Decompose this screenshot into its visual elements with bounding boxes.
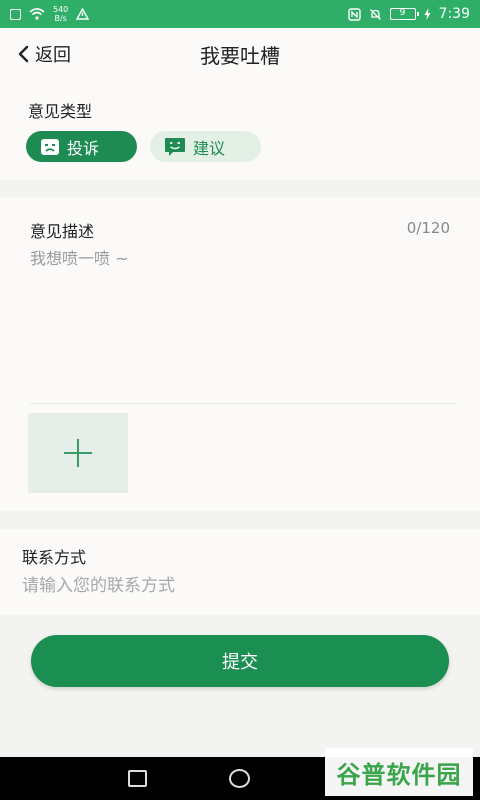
contact-label: 联系方式	[22, 548, 87, 567]
network-speed-unit: B/s	[54, 14, 67, 23]
add-image-button[interactable]	[28, 413, 128, 493]
suggestion-chip[interactable]: 建议	[150, 131, 261, 162]
back-button[interactable]: 返回	[0, 41, 71, 67]
wifi-icon	[29, 8, 45, 20]
sim-icon	[10, 8, 21, 20]
suggestion-label: 建议	[193, 138, 226, 158]
clock: 7:39	[438, 6, 470, 22]
battery-icon: 9	[389, 8, 419, 20]
network-speed-value: 540	[53, 5, 69, 14]
description-section: 意见描述 0/120	[0, 197, 480, 511]
complaint-chip[interactable]: 投诉	[26, 131, 137, 162]
watermark: 谷普软件园	[325, 748, 473, 796]
mute-bell-icon	[369, 8, 381, 20]
charging-icon	[424, 8, 431, 20]
submit-button[interactable]: 提交	[31, 635, 449, 687]
page-title: 我要吐槽	[200, 43, 280, 68]
back-label: 返回	[35, 45, 71, 66]
smile-chat-icon	[165, 137, 185, 156]
warning-icon	[76, 8, 90, 20]
home-button[interactable]	[229, 769, 250, 788]
divider	[30, 403, 456, 404]
description-input[interactable]	[30, 245, 450, 395]
plus-icon	[64, 439, 92, 467]
nfc-icon	[347, 7, 361, 21]
character-counter: 0/120	[406, 219, 450, 237]
chevron-left-icon	[18, 45, 29, 63]
recents-button[interactable]	[128, 770, 147, 787]
network-speed: 540 B/s	[53, 5, 68, 23]
status-bar: 540 B/s 9 7:39	[0, 0, 480, 28]
contact-input[interactable]	[22, 571, 452, 601]
frown-face-icon	[41, 138, 59, 155]
complaint-label: 投诉	[67, 138, 100, 158]
opinion-type-label: 意见类型	[28, 102, 93, 121]
contact-section: 联系方式	[0, 529, 480, 615]
description-label: 意见描述	[30, 222, 95, 241]
nav-bar: 返回 我要吐槽	[0, 28, 480, 80]
opinion-type-section: 意见类型 投诉 建议	[0, 80, 480, 180]
